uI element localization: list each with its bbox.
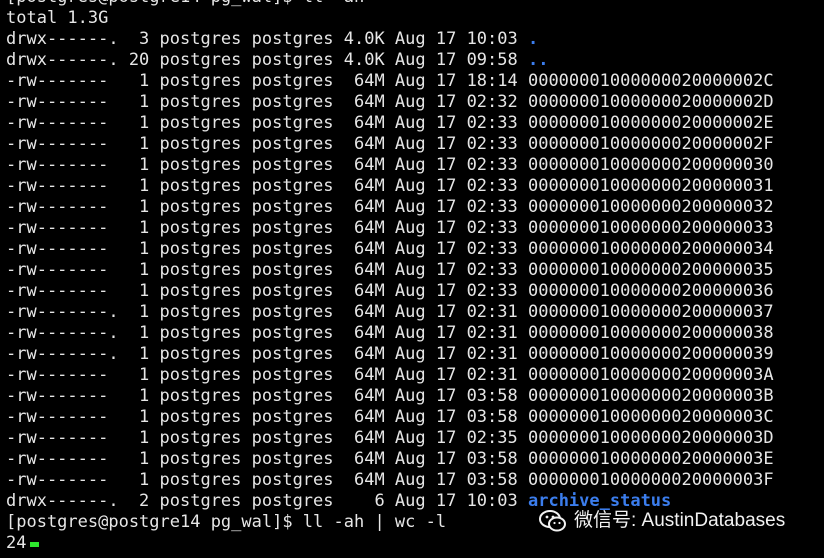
terminal-line-clipped-command: [postgres@postgre14 pg_wal]$ ll -ah	[6, 0, 364, 8]
terminal-line: drwx------. 3 postgres postgres 4.0K Aug…	[6, 29, 774, 50]
terminal-line: -rw------- 1 postgres postgres 64M Aug 1…	[6, 218, 774, 238]
terminal-line: -rw------- 1 postgres postgres 64M Aug 1…	[6, 428, 774, 448]
directory-name: .	[527, 29, 539, 49]
listing-prefix: drwx------. 2 postgres postgres 6 Aug 17…	[6, 491, 528, 511]
terminal-line: total 1.3G	[6, 8, 109, 28]
terminal-line: -rw------- 1 postgres postgres 64M Aug 1…	[6, 197, 774, 217]
terminal-line: drwx------. 20 postgres postgres 4.0K Au…	[6, 50, 774, 71]
terminal-line: -rw------- 1 postgres postgres 64M Aug 1…	[6, 365, 774, 385]
listing-prefix: drwx------. 3 postgres postgres 4.0K Aug…	[6, 29, 528, 49]
terminal-line: -rw------- 1 postgres postgres 64M Aug 1…	[6, 113, 774, 133]
directory-name: archive_status	[527, 491, 672, 511]
terminal-line: -rw------- 1 postgres postgres 64M Aug 1…	[6, 386, 774, 406]
watermark-text: 微信号: AustinDatabases	[574, 510, 786, 531]
terminal-line: -rw-------. 1 postgres postgres 64M Aug …	[6, 302, 774, 322]
terminal-line: -rw------- 1 postgres postgres 64M Aug 1…	[6, 239, 774, 259]
terminal-line: -rw------- 1 postgres postgres 64M Aug 1…	[6, 470, 774, 490]
terminal-line: -rw------- 1 postgres postgres 64M Aug 1…	[6, 71, 774, 91]
command-output: 24	[6, 533, 27, 553]
terminal-cursor	[30, 542, 40, 547]
terminal-line: -rw------- 1 postgres postgres 64M Aug 1…	[6, 155, 774, 175]
terminal-line: -rw------- 1 postgres postgres 64M Aug 1…	[6, 176, 774, 196]
terminal-line: -rw------- 1 postgres postgres 64M Aug 1…	[6, 92, 774, 112]
terminal-line: -rw------- 1 postgres postgres 64M Aug 1…	[6, 134, 774, 154]
watermark: 微信号: AustinDatabases	[538, 509, 785, 533]
terminal-line: -rw------- 1 postgres postgres 64M Aug 1…	[6, 449, 774, 469]
terminal-line: -rw-------. 1 postgres postgres 64M Aug …	[6, 344, 774, 364]
directory-name: ..	[527, 50, 549, 70]
terminal-line: -rw-------. 1 postgres postgres 64M Aug …	[6, 323, 774, 343]
terminal-line-result[interactable]: 24	[6, 533, 774, 554]
listing-prefix: drwx------. 20 postgres postgres 4.0K Au…	[6, 50, 528, 70]
terminal-line: -rw------- 1 postgres postgres 64M Aug 1…	[6, 407, 774, 427]
terminal-line: -rw------- 1 postgres postgres 64M Aug 1…	[6, 260, 774, 280]
wechat-icon	[539, 510, 566, 532]
terminal-window[interactable]: [postgres@postgre14 pg_wal]$ ll -ah tota…	[0, 0, 824, 558]
terminal-output: total 1.3G drwx------. 3 postgres postgr…	[6, 8, 774, 554]
terminal-line: -rw------- 1 postgres postgres 64M Aug 1…	[6, 281, 774, 301]
